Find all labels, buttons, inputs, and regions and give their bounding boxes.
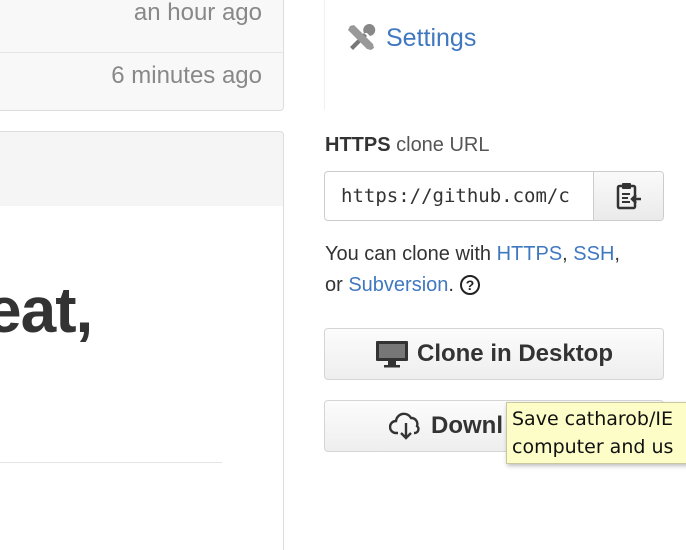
clone-in-desktop-button[interactable]: Clone in Desktop (324, 328, 664, 380)
clone-help-text: You can clone with HTTPS, SSH, or Subver… (325, 239, 680, 301)
clone-url-label: HTTPS clone URL (325, 134, 490, 157)
readme-heading: eat, (0, 274, 93, 346)
readme-header (0, 131, 284, 207)
clone-label-rest: clone URL (390, 134, 490, 156)
download-tooltip: Save catharob/IE computer and us (506, 402, 686, 464)
clipboard-icon (616, 183, 641, 210)
ssh-link[interactable]: SSH (573, 243, 614, 265)
file-list: an hour ago 6 minutes ago (0, 0, 284, 111)
clone-url-box: https://github.com/c (324, 171, 664, 221)
readme-heading-text: eat, (0, 274, 93, 346)
clone-desktop-label: Clone in Desktop (416, 340, 614, 367)
help-period: . (448, 274, 454, 296)
settings-label: Settings (386, 23, 477, 52)
clone-url-input[interactable]: https://github.com/c (325, 172, 593, 220)
tools-icon (348, 24, 376, 50)
settings-link[interactable]: Settings (346, 22, 476, 54)
repo-nav-panel (324, 0, 686, 110)
monitor-icon (375, 341, 408, 368)
download-label: Downl (431, 412, 503, 439)
subversion-link[interactable]: Subversion (348, 274, 448, 296)
file-row: an hour ago (0, 0, 283, 53)
help-or: or (325, 274, 349, 296)
readme-body (0, 206, 284, 550)
file-age: 6 minutes ago (111, 62, 262, 89)
copy-url-button[interactable] (593, 172, 663, 220)
cloud-download-icon (389, 412, 420, 440)
help-sep: , (562, 243, 574, 265)
https-link[interactable]: HTTPS (497, 243, 563, 265)
tooltip-line: computer and us (512, 436, 674, 458)
help-sep: , (614, 243, 620, 265)
question-icon[interactable]: ? (459, 275, 480, 295)
tooltip-line: Save catharob/IE (512, 408, 673, 430)
file-age: an hour ago (133, 0, 262, 26)
file-row: 6 minutes ago (0, 53, 283, 111)
readme-divider (0, 462, 222, 463)
help-prefix: You can clone with (325, 243, 497, 265)
clone-protocol: HTTPS (325, 134, 391, 156)
